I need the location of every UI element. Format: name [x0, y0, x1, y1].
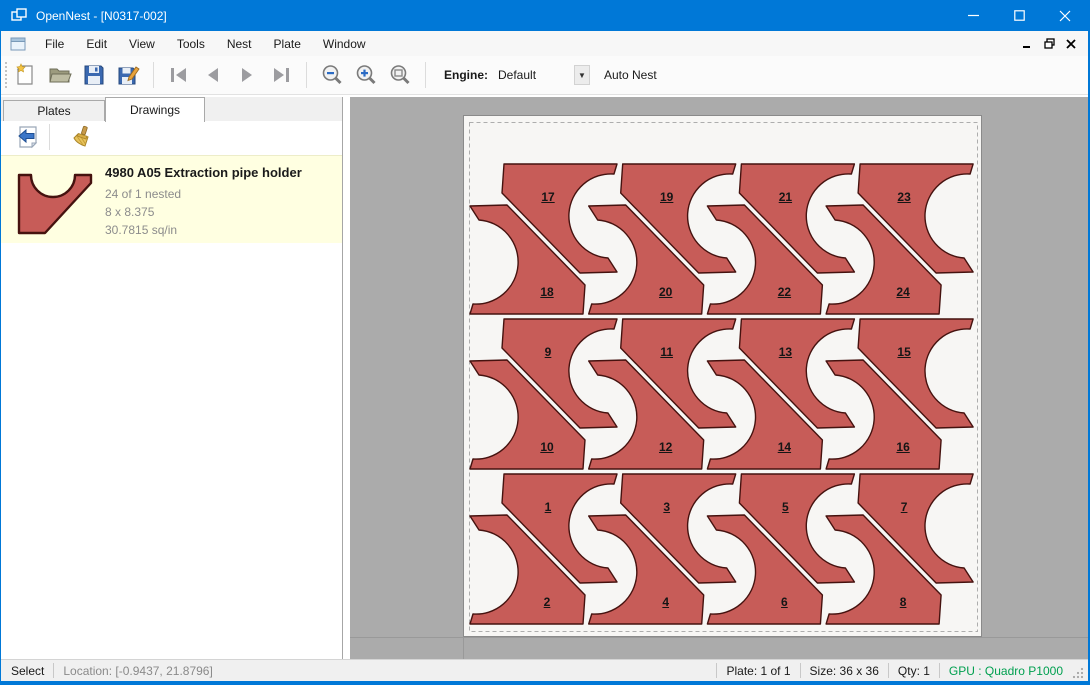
menu-file[interactable]: File — [34, 33, 75, 55]
drawing-title: 4980 A05 Extraction pipe holder — [105, 165, 302, 180]
document-icon[interactable] — [10, 37, 26, 51]
menu-bar: File Edit View Tools Nest Plate Window — [1, 31, 1088, 56]
minimize-button[interactable] — [950, 0, 996, 31]
new-file-icon[interactable] — [11, 60, 41, 90]
mdi-minimize-button[interactable] — [1016, 34, 1038, 54]
go-last-icon[interactable] — [266, 60, 296, 90]
resize-grip[interactable] — [1071, 666, 1085, 680]
drawings-toolbar — [1, 121, 342, 153]
status-separator — [800, 663, 801, 678]
drawing-area: 30.7815 sq/in — [105, 221, 302, 239]
status-qty: Qty: 1 — [898, 664, 930, 678]
save-as-icon[interactable] — [113, 60, 143, 90]
drawing-size: 8 x 8.375 — [105, 203, 302, 221]
save-icon[interactable] — [79, 60, 109, 90]
toolbar-gripper[interactable] — [3, 60, 9, 90]
status-plate: Plate: 1 of 1 — [726, 664, 790, 678]
toolbar-separator — [425, 62, 426, 88]
toolbar-separator — [49, 124, 50, 150]
main-toolbar: Engine: Default ▼ Auto Nest — [1, 56, 1088, 95]
menu-edit[interactable]: Edit — [75, 33, 118, 55]
sidebar-tabstrip: Plates Drawings — [1, 97, 342, 121]
status-gpu: GPU : Quadro P1000 — [949, 664, 1063, 678]
mdi-restore-button[interactable] — [1038, 34, 1060, 54]
go-previous-icon[interactable] — [198, 60, 228, 90]
tab-plates[interactable]: Plates — [3, 100, 105, 121]
status-bar: Select Location: [-0.9437, 21.8796] Plat… — [1, 659, 1088, 681]
menu-window[interactable]: Window — [312, 33, 377, 55]
auto-nest-label[interactable]: Auto Nest — [604, 68, 657, 82]
open-file-icon[interactable] — [45, 60, 75, 90]
go-first-icon[interactable] — [164, 60, 194, 90]
canvas-divider-line — [350, 637, 1089, 638]
menu-view[interactable]: View — [118, 33, 166, 55]
engine-combobox[interactable]: Default ▼ — [494, 64, 590, 86]
plate-sheet — [463, 115, 982, 637]
engine-label: Engine: — [444, 68, 488, 82]
status-mode: Select — [11, 664, 44, 678]
zoom-fit-icon[interactable] — [385, 60, 415, 90]
status-size: Size: 36 x 36 — [810, 664, 879, 678]
clean-broom-icon[interactable] — [66, 122, 96, 152]
title-bar: OpenNest - [N0317-002] — [1, 0, 1088, 31]
canvas-divider-line — [463, 637, 464, 659]
app-icon — [11, 8, 27, 24]
app-window: OpenNest - [N0317-002] File Edit View To… — [0, 0, 1090, 685]
menu-plate[interactable]: Plate — [263, 33, 312, 55]
zoom-out-icon[interactable] — [317, 60, 347, 90]
status-separator — [53, 663, 54, 678]
toolbar-separator — [153, 62, 154, 88]
tab-drawings[interactable]: Drawings — [105, 97, 205, 122]
status-location: Location: [-0.9437, 21.8796] — [63, 664, 212, 678]
status-separator — [939, 663, 940, 678]
status-separator — [888, 663, 889, 678]
zoom-in-icon[interactable] — [351, 60, 381, 90]
menu-nest[interactable]: Nest — [216, 33, 263, 55]
mdi-close-button[interactable] — [1060, 34, 1082, 54]
toolbar-separator — [306, 62, 307, 88]
window-title: OpenNest - [N0317-002] — [36, 9, 167, 23]
status-separator — [716, 663, 717, 678]
drawing-thumbnail — [17, 164, 95, 243]
sidebar-panel: Plates Drawings 4980 A05 Extraction pipe… — [1, 97, 343, 659]
go-next-icon[interactable] — [232, 60, 262, 90]
drawing-list-item[interactable]: 4980 A05 Extraction pipe holder 24 of 1 … — [1, 155, 342, 243]
close-button[interactable] — [1042, 0, 1088, 31]
engine-value: Default — [494, 68, 574, 82]
chevron-down-icon[interactable]: ▼ — [574, 65, 590, 85]
import-drawing-icon[interactable] — [13, 122, 43, 152]
maximize-button[interactable] — [996, 0, 1042, 31]
drawing-nested-count: 24 of 1 nested — [105, 185, 302, 203]
nest-canvas[interactable]: 123456789101112131415161718192021222324 — [350, 97, 1089, 659]
menu-tools[interactable]: Tools — [166, 33, 216, 55]
